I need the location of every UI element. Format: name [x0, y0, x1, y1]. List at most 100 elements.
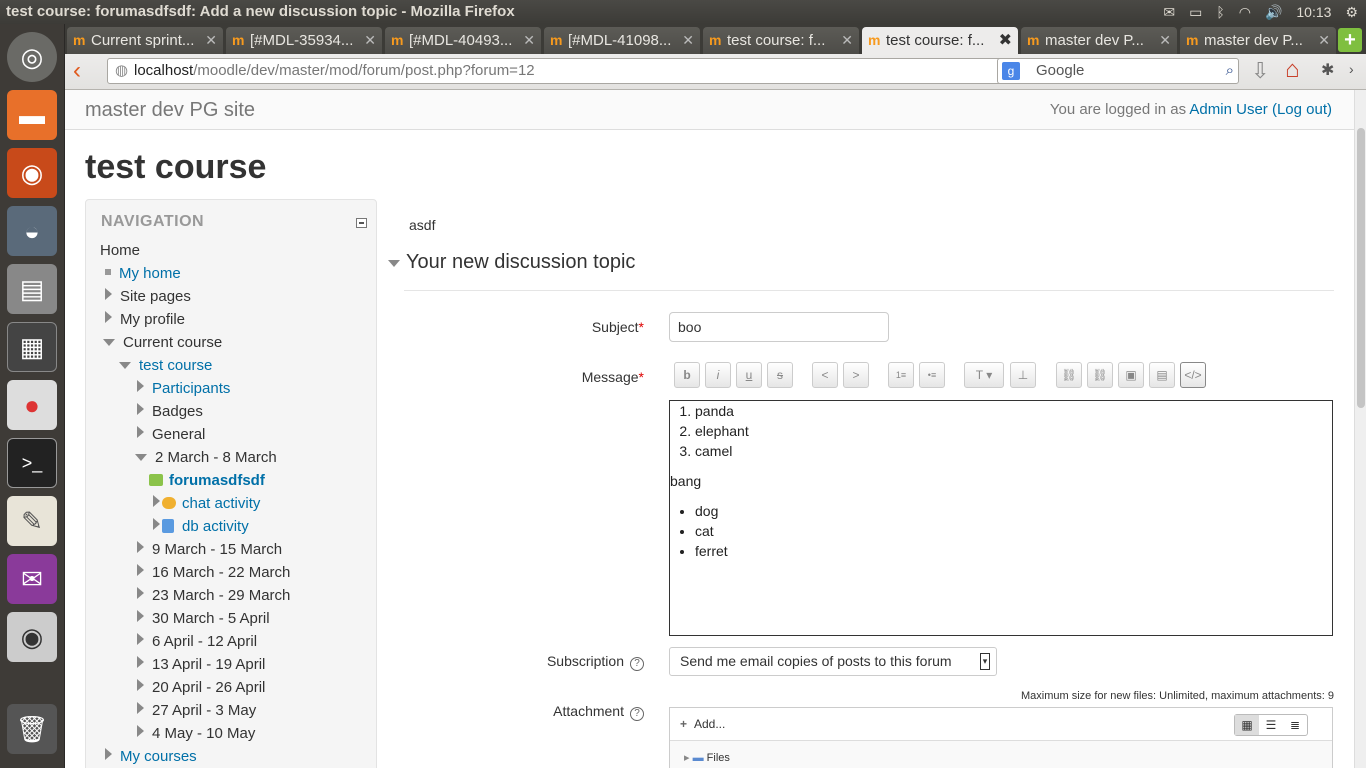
wifi-icon[interactable]: ◠	[1239, 0, 1251, 24]
add-file-button[interactable]: + Add...	[680, 717, 725, 731]
image-button[interactable]: ▣	[1118, 362, 1144, 388]
close-tab-icon[interactable]: ✖	[999, 27, 1012, 54]
subscription-select[interactable]: Send me email copies of posts to this fo…	[669, 647, 997, 676]
nav-week-1[interactable]: 2 March - 8 March	[135, 449, 277, 466]
search-box[interactable]: g Google ⌕	[997, 58, 1239, 84]
nav-week[interactable]: 9 March - 15 March	[137, 541, 282, 558]
help-icon[interactable]: ?	[630, 707, 644, 721]
chrome-icon[interactable]: ●	[7, 380, 57, 430]
tab-0[interactable]: m Current sprint... ✕	[67, 27, 223, 54]
nav-week[interactable]: 30 March - 5 April	[137, 610, 270, 627]
workspace-switcher-icon[interactable]: ▦	[7, 322, 57, 372]
clear-formatting-button[interactable]: ⊥	[1010, 362, 1036, 388]
text-editor-icon[interactable]: ✎	[7, 496, 57, 546]
vertical-scrollbar[interactable]	[1354, 90, 1366, 768]
link-button[interactable]: ⛓	[1056, 362, 1082, 388]
close-tab-icon[interactable]: ✕	[523, 27, 535, 54]
mail-icon[interactable]: ✉	[1163, 0, 1175, 24]
nav-site-pages[interactable]: Site pages	[105, 288, 191, 305]
firefox-icon[interactable]: ◉	[7, 148, 57, 198]
ubuntu-dash-icon[interactable]: ◎	[7, 32, 57, 82]
nav-general[interactable]: General	[137, 426, 205, 443]
close-tab-icon[interactable]: ✕	[364, 27, 376, 54]
nav-participants[interactable]: Participants	[137, 380, 230, 397]
home-icon[interactable]: ⌂	[1285, 56, 1300, 84]
tree-view-button[interactable]: ≣	[1283, 715, 1307, 735]
fieldset-legend[interactable]: Your new discussion topic	[388, 251, 635, 274]
volume-icon[interactable]: 🔊	[1265, 0, 1282, 24]
nav-my-home[interactable]: My home	[105, 265, 181, 282]
nav-week[interactable]: 16 March - 22 March	[137, 564, 290, 581]
nav-my-courses[interactable]: My courses	[105, 748, 197, 765]
indent-button[interactable]: >	[843, 362, 869, 388]
nav-current-course[interactable]: Current course	[103, 334, 222, 351]
close-tab-icon[interactable]: ✕	[1318, 27, 1330, 54]
ordered-list-button[interactable]: 1≡	[888, 362, 914, 388]
url-bar[interactable]: ◍ localhost/moodle/dev/master/mod/forum/…	[107, 58, 1051, 84]
bold-button[interactable]: b	[674, 362, 700, 388]
underline-button[interactable]: u	[736, 362, 762, 388]
tab-4[interactable]: m test course: f... ✕	[703, 27, 859, 54]
tab-2[interactable]: m [#MDL-40493... ✕	[385, 27, 541, 54]
site-name[interactable]: master dev PG site	[85, 99, 255, 122]
new-tab-button[interactable]: +	[1338, 28, 1362, 52]
tab-5-active[interactable]: m test course: f... ✖	[862, 27, 1018, 54]
help-icon[interactable]: ?	[630, 657, 644, 671]
nav-week[interactable]: 4 May - 10 May	[137, 725, 255, 742]
unlink-button[interactable]: ⛓	[1087, 362, 1113, 388]
strikethrough-button[interactable]: s	[767, 362, 793, 388]
back-arrow-icon[interactable]: ‹	[73, 59, 97, 84]
nav-home[interactable]: Home	[100, 242, 140, 259]
icon-view-button[interactable]: ▦	[1235, 715, 1259, 735]
close-tab-icon[interactable]: ✕	[841, 27, 853, 54]
tab-6[interactable]: m master dev P... ✕	[1021, 27, 1177, 54]
close-tab-icon[interactable]: ✕	[1159, 27, 1171, 54]
nav-forum[interactable]: forumasdfsdf	[149, 472, 265, 489]
nav-week[interactable]: 23 March - 29 March	[137, 587, 290, 604]
settings-gear-icon[interactable]: ⚙	[1345, 0, 1358, 24]
nav-badges[interactable]: Badges	[137, 403, 203, 420]
italic-button[interactable]: i	[705, 362, 731, 388]
battery-icon[interactable]: ▭	[1189, 0, 1202, 24]
subject-input[interactable]: boo	[669, 312, 889, 342]
search-icon[interactable]: ⌕	[1226, 59, 1234, 83]
minimize-block-icon[interactable]	[356, 218, 367, 228]
list-view-button[interactable]: ☰	[1259, 715, 1283, 735]
bluetooth-icon[interactable]: ᛒ	[1216, 0, 1224, 24]
menu-chevron-icon[interactable]: ›	[1349, 61, 1354, 77]
logout-link[interactable]: (Log out)	[1272, 101, 1332, 118]
terminal-icon[interactable]: >_	[7, 438, 57, 488]
close-tab-icon[interactable]: ✕	[682, 27, 694, 54]
tab-7[interactable]: m master dev P... ✕	[1180, 27, 1336, 54]
speaker-app-icon[interactable]: ◉	[7, 612, 57, 662]
nav-my-profile[interactable]: My profile	[105, 311, 185, 328]
media-button[interactable]: ▤	[1149, 362, 1175, 388]
nav-week[interactable]: 27 April - 3 May	[137, 702, 256, 719]
html-source-button[interactable]: </>	[1180, 362, 1206, 388]
firebug-icon[interactable]: ✱	[1321, 60, 1334, 80]
clock[interactable]: 10:13	[1296, 0, 1331, 24]
nav-chat[interactable]: chat activity	[153, 495, 260, 512]
mysql-workbench-icon[interactable]: ◒	[7, 206, 57, 256]
tab-1[interactable]: m [#MDL-35934... ✕	[226, 27, 382, 54]
trash-icon[interactable]: 🗑	[7, 704, 57, 754]
unordered-list-button[interactable]: •≡	[919, 362, 945, 388]
files-folder[interactable]: ▸ ▬ Files	[684, 751, 730, 764]
scrollbar-thumb[interactable]	[1357, 128, 1365, 408]
nav-test-course[interactable]: test course	[119, 357, 212, 374]
tab-3[interactable]: m [#MDL-41098... ✕	[544, 27, 700, 54]
pidgin-icon[interactable]: ✉	[7, 554, 57, 604]
files-folder-icon[interactable]: ▬	[7, 90, 57, 140]
nav-week[interactable]: 13 April - 19 April	[137, 656, 265, 673]
outdent-button[interactable]: <	[812, 362, 838, 388]
disk-drive-icon[interactable]: ▤	[7, 264, 57, 314]
user-link[interactable]: Admin User	[1189, 101, 1267, 118]
nav-week[interactable]: 6 April - 12 April	[137, 633, 257, 650]
nav-db[interactable]: db activity	[153, 518, 249, 535]
close-tab-icon[interactable]: ✕	[205, 27, 217, 54]
message-editor[interactable]: panda elephant camel bang dog cat ferret	[669, 400, 1333, 636]
url-path: /moodle/dev/master/mod/forum/post.php?fo…	[193, 62, 535, 79]
download-arrow-icon[interactable]: ⇩	[1251, 58, 1269, 84]
nav-week[interactable]: 20 April - 26 April	[137, 679, 265, 696]
paragraph-style-button[interactable]: T ▾	[964, 362, 1004, 388]
